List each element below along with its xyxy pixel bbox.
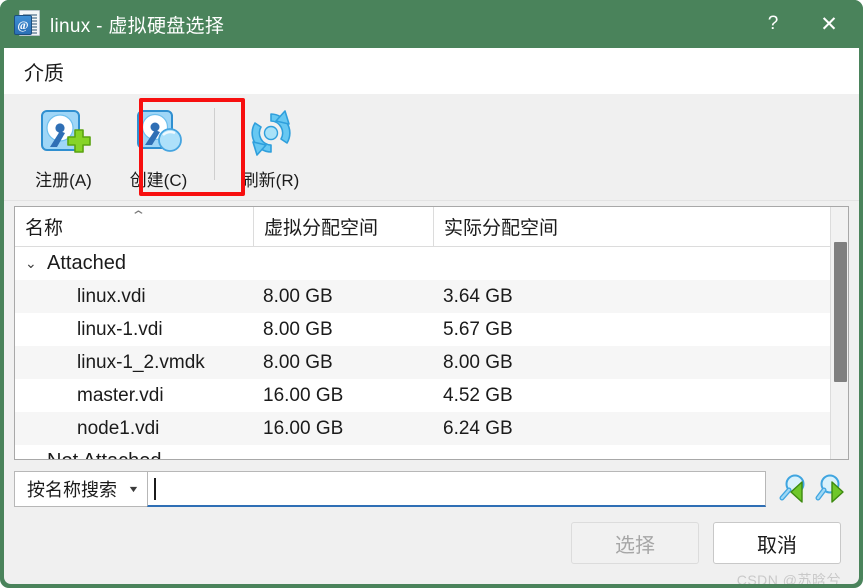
row-name: linux.vdi	[77, 285, 146, 307]
refresh-button[interactable]: 刷新(R)	[223, 102, 318, 191]
table-row[interactable]: master.vdi 16.00 GB 4.52 GB	[15, 379, 848, 412]
virtual-hard-disk-selector-window: @ linux - 虚拟硬盘选择 ? ✕ 介质 注册(A) 创建(C) 刷新(R…	[0, 0, 863, 588]
chevron-down-icon[interactable]: ⌄	[25, 255, 47, 272]
search-navigation	[775, 473, 849, 505]
toolbar-separator	[214, 108, 215, 180]
text-cursor	[153, 477, 156, 500]
chevron-down-icon: ▼	[127, 484, 140, 494]
search-mode-dropdown[interactable]: 按名称搜索 ▼	[14, 471, 147, 507]
create-button[interactable]: 创建(C)	[111, 102, 206, 191]
search-next-icon[interactable]	[815, 473, 849, 505]
table-body: ⌄ Attached linux.vdi 8.00 GB 3.64 GB linu…	[15, 247, 848, 459]
row-virtual-size: 8.00 GB	[263, 351, 333, 373]
register-button-label: 注册(A)	[35, 171, 92, 190]
column-header-virtual-size-label: 虚拟分配空间	[264, 218, 379, 239]
row-actual-size: 5.67 GB	[443, 318, 513, 340]
dialog-footer: 选择 取消 CSDN @苏晗兮	[4, 522, 859, 584]
search-mode-label: 按名称搜索	[27, 480, 117, 500]
table-row[interactable]: linux-1.vdi 8.00 GB 5.67 GB	[15, 313, 848, 346]
toolbar: 注册(A) 创建(C) 刷新(R)	[4, 94, 859, 201]
refresh-icon	[244, 106, 298, 160]
search-bar: 按名称搜索 ▼	[14, 470, 849, 508]
create-button-label: 创建(C)	[129, 171, 188, 190]
row-actual-size: 6.24 GB	[443, 417, 513, 439]
group-row-not-attached[interactable]: ⌄Not Attached	[15, 445, 848, 459]
help-button[interactable]: ?	[745, 0, 801, 48]
search-previous-icon[interactable]	[775, 473, 809, 505]
row-virtual-size: 8.00 GB	[263, 318, 333, 340]
column-header-virtual-size[interactable]: 虚拟分配空间	[253, 207, 433, 246]
virtualbox-medium-icon: @	[14, 10, 40, 38]
client-area: 介质 注册(A) 创建(C) 刷新(R) 名称 ⌃ 虚拟分配空间 实际分配空间 …	[4, 48, 859, 584]
column-header-actual-size-label: 实际分配空间	[444, 218, 559, 239]
row-virtual-size: 16.00 GB	[263, 384, 344, 406]
row-actual-size: 3.64 GB	[443, 285, 513, 307]
menu-bar: 介质	[4, 48, 859, 94]
cancel-button[interactable]: 取消	[713, 522, 841, 564]
menu-media[interactable]: 介质	[18, 55, 70, 88]
row-name: linux-1.vdi	[77, 318, 163, 340]
window-title: linux - 虚拟硬盘选择	[50, 15, 225, 37]
row-name: node1.vdi	[77, 417, 160, 439]
row-name: linux-1_2.vmdk	[77, 351, 205, 373]
media-table: 名称 ⌃ 虚拟分配空间 实际分配空间 ⌄ Attached linux.vdi …	[14, 206, 849, 460]
table-row[interactable]: node1.vdi 16.00 GB 6.24 GB	[15, 412, 848, 445]
hard-disk-create-icon	[132, 106, 186, 160]
chevron-down-icon[interactable]: ⌄	[25, 453, 47, 459]
row-virtual-size: 16.00 GB	[263, 417, 344, 439]
table-row[interactable]: linux-1_2.vmdk 8.00 GB 8.00 GB	[15, 346, 848, 379]
search-input[interactable]	[146, 471, 766, 507]
column-header-actual-size[interactable]: 实际分配空间	[433, 207, 803, 246]
group-row-attached[interactable]: ⌄ Attached	[15, 247, 848, 280]
watermark: CSDN @苏晗兮	[736, 572, 841, 584]
window-controls: ? ✕	[745, 0, 863, 48]
row-actual-size: 4.52 GB	[443, 384, 513, 406]
vertical-scrollbar[interactable]	[830, 207, 848, 459]
refresh-button-label: 刷新(R)	[241, 171, 300, 190]
register-button[interactable]: 注册(A)	[16, 102, 111, 191]
select-button[interactable]: 选择	[571, 522, 699, 564]
row-virtual-size: 8.00 GB	[263, 285, 333, 307]
row-name: master.vdi	[77, 384, 164, 406]
column-header-name[interactable]: 名称 ⌃	[15, 207, 253, 246]
group-label-cell: ⌄ Attached	[15, 252, 253, 275]
hard-disk-add-icon	[37, 106, 91, 160]
table-row[interactable]: linux.vdi 8.00 GB 3.64 GB	[15, 280, 848, 313]
sort-ascending-icon: ⌃	[130, 208, 147, 223]
table-header-row: 名称 ⌃ 虚拟分配空间 实际分配空间	[15, 207, 848, 247]
group-label-attached: Attached	[47, 252, 126, 274]
title-bar: @ linux - 虚拟硬盘选择 ? ✕	[0, 0, 863, 48]
row-actual-size: 8.00 GB	[443, 351, 513, 373]
scrollbar-thumb[interactable]	[834, 242, 847, 382]
group-label-cell: ⌄Not Attached	[15, 450, 253, 459]
column-header-name-label: 名称	[25, 218, 64, 239]
close-button[interactable]: ✕	[801, 0, 857, 48]
group-label-not-attached: Not Attached	[47, 450, 162, 459]
